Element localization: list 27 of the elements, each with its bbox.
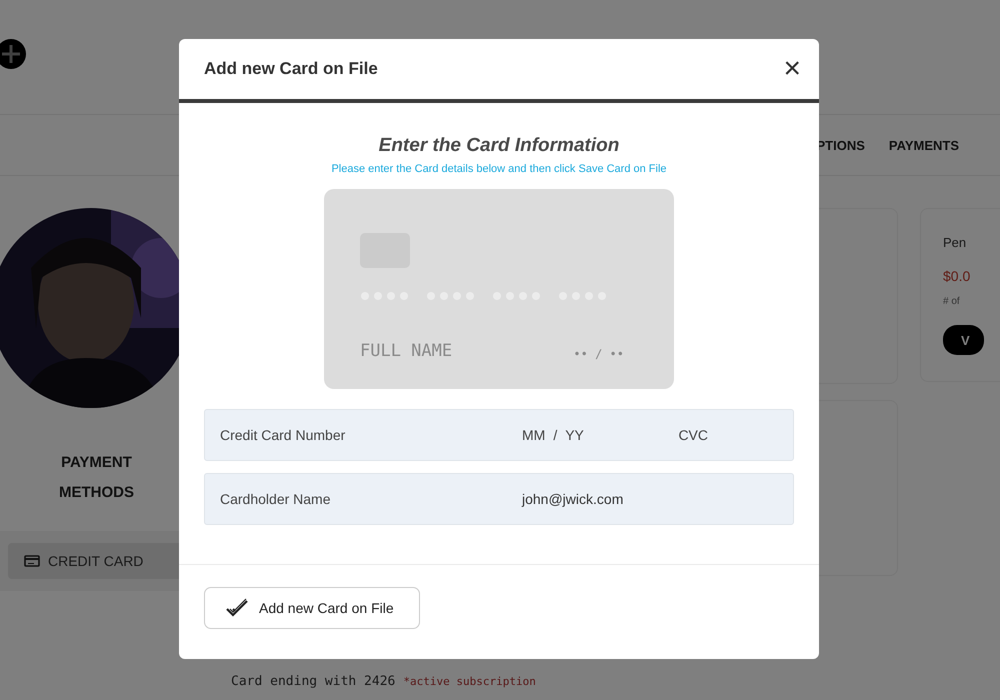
field-placeholder: Cardholder Name xyxy=(220,491,332,507)
expiry-preview: •• / •• xyxy=(573,347,624,361)
section-title: PAYMENT METHODS xyxy=(58,453,135,503)
subscription-note: *active subscription xyxy=(403,675,536,688)
view-button[interactable]: V xyxy=(943,325,984,355)
add-card-button[interactable]: Add new Card on File xyxy=(204,587,420,629)
field-placeholder: YY xyxy=(565,427,584,443)
field-placeholder: CVC xyxy=(678,427,708,443)
form-heading: Enter the Card Information xyxy=(378,135,620,157)
double-check-icon xyxy=(225,598,251,618)
card-ending-text: Card ending with 2426 xyxy=(231,674,396,689)
cardholder-name-preview: FULL NAME xyxy=(360,341,452,361)
card-title: Pen xyxy=(943,235,966,250)
amount: $0.0 xyxy=(943,268,970,284)
add-icon[interactable] xyxy=(0,39,26,69)
date-separator: / xyxy=(553,427,558,443)
caption: # of xyxy=(943,296,960,307)
input-field[interactable]: Credit Card Number MM / YY CVC xyxy=(204,409,794,461)
field-value: john@jwick.com xyxy=(522,491,624,507)
nav-tab[interactable]: PAYMENTS xyxy=(888,138,959,152)
form-instructions: Please enter the Card details below and then click Save Card on File xyxy=(331,163,667,175)
input-field[interactable]: Cardholder Name john@jwick.com xyxy=(204,473,794,525)
close-button[interactable]: × xyxy=(779,54,805,84)
field-placeholder: Credit Card Number xyxy=(220,427,346,443)
field-placeholder: MM xyxy=(522,427,546,443)
dialog-title: Add new Card on File xyxy=(204,59,378,79)
credit-card-icon xyxy=(24,555,40,567)
